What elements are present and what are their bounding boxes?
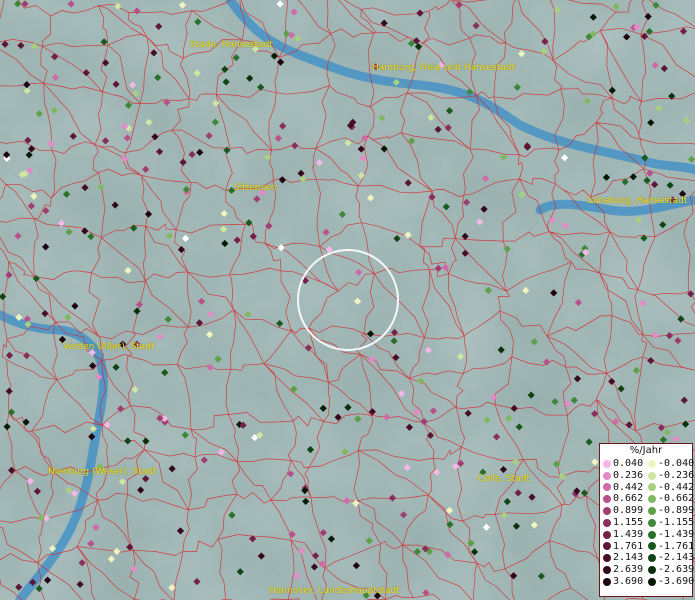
legend-label: 0.236 bbox=[613, 469, 644, 481]
legend-label: 0.040 bbox=[613, 458, 644, 469]
legend-entry-negative: -1.155 bbox=[645, 516, 695, 529]
legend-swatch bbox=[603, 495, 611, 504]
legend-entry-negative: -1.761 bbox=[645, 540, 695, 553]
legend-entry-positive: 0.662 bbox=[600, 493, 645, 505]
legend-row: 3.690 -3.690 bbox=[600, 575, 695, 588]
legend-swatch bbox=[648, 495, 656, 504]
legend-label: -1.439 bbox=[658, 528, 695, 540]
legend-label: -2.143 bbox=[658, 552, 695, 564]
legend-entry-positive: 2.143 bbox=[600, 552, 645, 564]
legend-swatch bbox=[603, 554, 611, 563]
legend-label: 0.662 bbox=[613, 493, 644, 505]
legend-row: 2.143 -2.143 bbox=[600, 552, 695, 564]
legend-swatch bbox=[603, 483, 611, 492]
legend-label: 0.442 bbox=[613, 481, 644, 493]
legend-swatch bbox=[603, 471, 611, 480]
legend-label: -0.899 bbox=[658, 505, 695, 517]
place-label-hamburg: Hamburg, Freie und Hansestadt bbox=[372, 63, 516, 73]
legend-label: 1.155 bbox=[613, 516, 644, 528]
legend-label: -1.155 bbox=[658, 516, 695, 528]
legend-label: 2.639 bbox=[613, 564, 644, 576]
legend-swatch bbox=[603, 507, 611, 516]
legend-swatch bbox=[648, 507, 656, 516]
legend-label: -3.690 bbox=[658, 575, 695, 587]
legend-label: -0.662 bbox=[658, 493, 695, 505]
legend-swatch bbox=[648, 566, 656, 575]
place-label-lueneburg: Lüneburg, Hansestadt bbox=[588, 196, 688, 206]
legend-entry-positive: 0.899 bbox=[600, 505, 645, 517]
legend-row: 2.639 -2.639 bbox=[600, 564, 695, 576]
legend-swatch bbox=[603, 518, 611, 527]
legend-label: -0.442 bbox=[658, 481, 695, 493]
legend-entry-positive: 0.442 bbox=[600, 482, 645, 494]
legend-row: 0.236 -0.236 bbox=[600, 469, 695, 482]
legend-entry-negative: -0.442 bbox=[645, 481, 695, 494]
legend-label: -2.639 bbox=[658, 564, 695, 576]
legend-row: 1.761 -1.761 bbox=[600, 540, 695, 553]
legend-title: %/Jahr bbox=[629, 445, 663, 456]
legend-entry-positive: 0.040 bbox=[600, 458, 645, 470]
legend-row: 0.662 -0.662 bbox=[600, 493, 695, 505]
legend-swatch bbox=[648, 530, 656, 539]
legend: %/Jahr 0.040 -0.040 0.236 -0.236 0.442 -0.442… bbox=[599, 443, 695, 597]
legend-row: 0.442 -0.442 bbox=[600, 481, 695, 494]
legend-label: 0.899 bbox=[613, 505, 644, 517]
legend-entry-negative: -0.899 bbox=[645, 505, 695, 517]
legend-entry-positive: 1.761 bbox=[600, 541, 645, 553]
legend-label: -0.236 bbox=[658, 469, 695, 481]
legend-label: 1.761 bbox=[613, 540, 644, 552]
legend-entry-negative: -2.639 bbox=[645, 564, 695, 576]
legend-swatch bbox=[603, 566, 611, 575]
legend-entry-positive: 0.236 bbox=[600, 470, 645, 482]
legend-row: 0.899 -0.899 bbox=[600, 505, 695, 517]
legend-row: 1.155 -1.155 bbox=[600, 516, 695, 529]
legend-swatch bbox=[648, 471, 656, 480]
legend-entry-positive: 2.639 bbox=[600, 564, 645, 576]
legend-entry-negative: -0.236 bbox=[645, 469, 695, 482]
legend-entry-positive: 1.155 bbox=[600, 517, 645, 529]
legend-swatch bbox=[603, 530, 611, 539]
legend-label: 1.439 bbox=[613, 528, 644, 540]
legend-label: 3.690 bbox=[613, 575, 644, 587]
legend-swatch bbox=[648, 483, 656, 492]
place-label-hannover: Hannover, Landeshauptstadt bbox=[269, 586, 400, 596]
map-canvas[interactable] bbox=[0, 0, 695, 600]
legend-swatch bbox=[603, 459, 611, 468]
terrain-texture bbox=[0, 0, 695, 600]
legend-entry-negative: -0.040 bbox=[645, 458, 695, 470]
legend-row: 1.439 -1.439 bbox=[600, 528, 695, 541]
legend-entry-negative: -2.143 bbox=[645, 552, 695, 564]
legend-label: -1.761 bbox=[658, 540, 695, 552]
legend-swatch bbox=[648, 542, 656, 551]
place-label-stade: Stade, Hansestadt bbox=[190, 40, 273, 50]
legend-entry-positive: 3.690 bbox=[600, 576, 645, 588]
legend-swatch bbox=[648, 459, 656, 468]
place-label-celle: Celle, Stadt bbox=[478, 474, 531, 484]
legend-swatch bbox=[648, 577, 656, 586]
place-label-verden: Verden (Aller), Stadt bbox=[63, 342, 155, 352]
legend-swatch bbox=[648, 554, 656, 563]
legend-label: 2.143 bbox=[613, 552, 644, 564]
legend-swatch bbox=[603, 542, 611, 551]
place-label-nienburg: Nienburg (Weser), Stadt bbox=[48, 467, 157, 477]
legend-label: -0.040 bbox=[658, 458, 695, 469]
place-label-sittensen: Sittensen bbox=[234, 183, 277, 193]
legend-row: 0.040 -0.040 bbox=[600, 458, 695, 470]
legend-swatch bbox=[648, 518, 656, 527]
legend-entry-positive: 1.439 bbox=[600, 529, 645, 541]
legend-entry-negative: -1.439 bbox=[645, 528, 695, 541]
legend-entry-negative: -3.690 bbox=[645, 575, 695, 588]
legend-entry-negative: -0.662 bbox=[645, 493, 695, 505]
legend-swatch bbox=[603, 577, 611, 586]
